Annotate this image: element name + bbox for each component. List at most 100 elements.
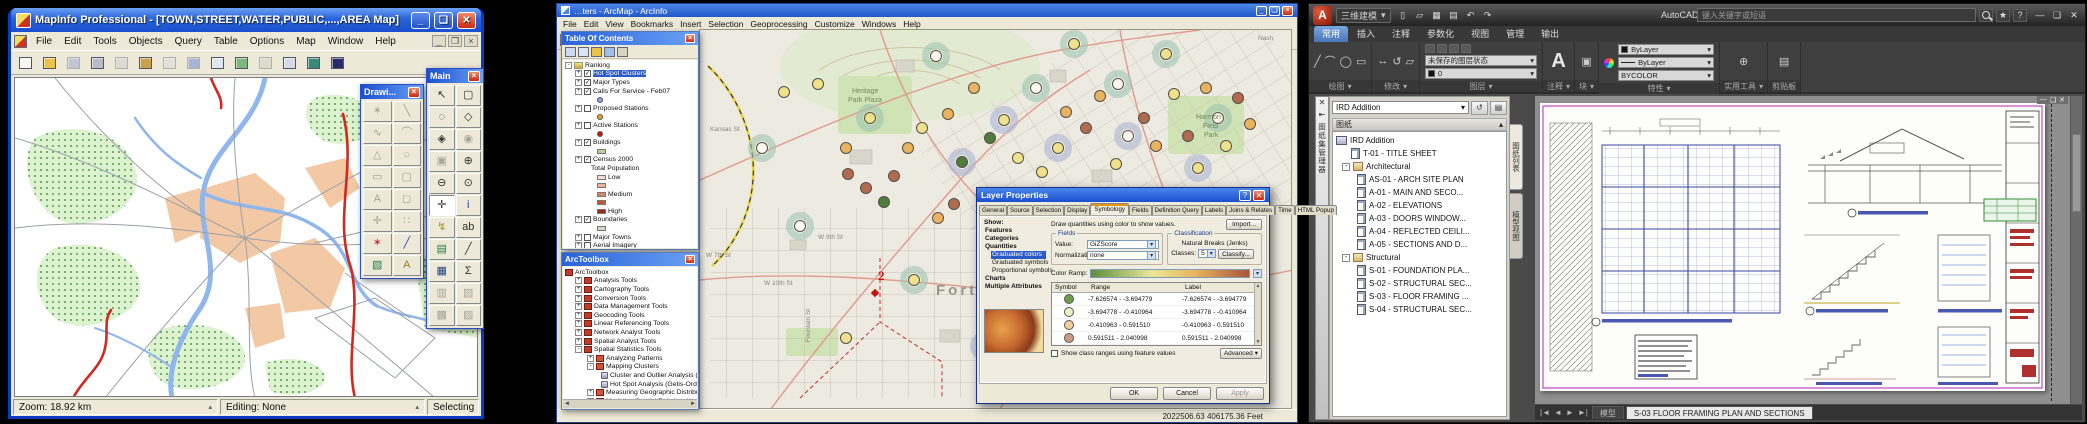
collapse-icon[interactable]: ▴ bbox=[1499, 120, 1503, 129]
help-button[interactable]: ? bbox=[1239, 190, 1251, 201]
statusbar-selecting[interactable]: Selecting bbox=[427, 399, 479, 415]
autocad-titlebar[interactable]: A 三维建模 ▾ ▯▱▦▤↶↷ AutoCAD 2011 S-03.dwg 键入… bbox=[1309, 4, 2085, 26]
dialog-tab[interactable]: Definition Query bbox=[1152, 205, 1202, 215]
tool-button[interactable]: ◻ bbox=[393, 189, 422, 210]
sheet-row[interactable]: S-04 - STRUCTURAL SEC... bbox=[1357, 303, 1504, 316]
class-symbol-swatch[interactable] bbox=[1064, 333, 1074, 343]
show-list-item[interactable]: Graduated symbols bbox=[991, 259, 1046, 267]
toc-layer-row[interactable] bbox=[597, 199, 697, 208]
tool-button[interactable]: ◇ bbox=[456, 107, 482, 128]
toolbox-row[interactable]: + Geocoding Tools bbox=[575, 311, 697, 320]
toolbox-row[interactable]: + Conversion Tools bbox=[575, 294, 697, 303]
move-tool-icon[interactable]: ↔ bbox=[1377, 55, 1388, 67]
menu-item[interactable]: Options bbox=[244, 35, 290, 48]
layer-checkbox[interactable]: ✓ bbox=[584, 139, 591, 146]
toolbox-row[interactable]: - Mapping Clusters bbox=[587, 363, 697, 372]
text-tool-icon[interactable]: A bbox=[1551, 51, 1565, 71]
dialog-tab[interactable]: Selection bbox=[1033, 205, 1064, 215]
menu-item[interactable]: Edit bbox=[584, 19, 599, 29]
ribbon-tab[interactable]: 插入 bbox=[1349, 26, 1383, 42]
publish-button[interactable]: ▤ bbox=[1490, 101, 1507, 115]
restore-button[interactable]: ❏ bbox=[2050, 96, 2056, 104]
menu-item[interactable]: Help bbox=[903, 19, 920, 29]
toc-layer-row[interactable]: + ✓ Hot Spot Clusters bbox=[575, 70, 697, 79]
chevron-down-icon[interactable]: ▾ bbox=[1566, 82, 1570, 91]
expand-icon[interactable]: + bbox=[575, 156, 582, 163]
dialog-tab[interactable]: Joins & Relates bbox=[1226, 205, 1275, 215]
circle-tool-icon[interactable]: ◯ bbox=[1340, 55, 1352, 68]
class-break-row[interactable]: -7.626574 - -3.694779 -7.626574 - -3.694… bbox=[1052, 293, 1261, 306]
quick-access-button[interactable]: ↶ bbox=[1463, 8, 1479, 22]
toc-layer-row[interactable]: Total Population bbox=[591, 164, 697, 173]
arcmap-titlebar[interactable]: …ters - ArcMap - ArcInfo _ ❏ × bbox=[557, 4, 1297, 17]
expand-icon[interactable]: - bbox=[1342, 163, 1350, 171]
toc-layer-row[interactable]: Low bbox=[597, 173, 697, 182]
toc-layer-row[interactable]: + ✓ Major Types bbox=[575, 78, 697, 87]
ribbon-tab[interactable]: 注释 bbox=[1384, 26, 1418, 42]
toolbar-button[interactable] bbox=[134, 52, 157, 73]
expand-icon[interactable]: + bbox=[575, 303, 582, 310]
toolbox-row[interactable]: + Linear Referencing Tools bbox=[575, 320, 697, 329]
close-button[interactable]: ✕ bbox=[2059, 96, 2065, 104]
toc-list-mode-button[interactable] bbox=[565, 47, 576, 57]
toolbar-button[interactable] bbox=[182, 52, 205, 73]
plot-style-combo[interactable]: BYCOLOR▾ bbox=[1618, 70, 1714, 81]
tool-button[interactable]: ╲ bbox=[393, 101, 422, 122]
apply-button[interactable]: Apply bbox=[1216, 387, 1264, 400]
minimize-button[interactable]: _ bbox=[1256, 6, 1267, 16]
layer-checkbox[interactable]: ✓ bbox=[584, 79, 591, 86]
tool-button[interactable]: ab bbox=[456, 217, 482, 238]
sheet-row[interactable]: A-05 - SECTIONS AND D... bbox=[1357, 238, 1504, 251]
menu-item[interactable]: Geoprocessing bbox=[750, 19, 807, 29]
tool-button[interactable]: ▣ bbox=[429, 151, 455, 172]
linetype-combo[interactable]: ByLayer▾ bbox=[1618, 57, 1714, 68]
quick-access-button[interactable]: ▯ bbox=[1395, 8, 1411, 22]
tool-button[interactable]: ∷ bbox=[393, 211, 422, 232]
toolbar-button[interactable] bbox=[158, 52, 181, 73]
ribbon-tab[interactable]: 管理 bbox=[1498, 26, 1532, 42]
show-list-item[interactable]: Features bbox=[984, 227, 1046, 235]
toc-layer-row[interactable]: + Aerial Imagery bbox=[575, 241, 697, 248]
show-list-item[interactable]: Categories bbox=[984, 235, 1046, 243]
horizontal-scrollbar[interactable]: ◄ ► bbox=[563, 399, 697, 408]
search-icon[interactable] bbox=[1979, 9, 1993, 22]
minimize-button[interactable]: — bbox=[2040, 96, 2047, 104]
expand-icon[interactable]: - bbox=[587, 363, 594, 370]
table-scrollbar[interactable]: ▲▼ bbox=[1254, 283, 1261, 345]
expand-icon[interactable]: - bbox=[1342, 254, 1350, 262]
expand-icon[interactable]: + bbox=[575, 122, 582, 129]
expand-icon[interactable]: + bbox=[575, 338, 582, 345]
sheet-row[interactable]: A-01 - MAIN AND SECO... bbox=[1357, 186, 1504, 199]
classes-combo[interactable]: 5 ▾ bbox=[1198, 249, 1216, 258]
toolbar-button[interactable] bbox=[62, 52, 85, 73]
toc-layer-row[interactable]: + Proposed Stations bbox=[575, 104, 697, 113]
class-symbol-swatch[interactable] bbox=[1064, 294, 1074, 304]
tool-button[interactable]: △ bbox=[363, 145, 392, 166]
dialog-tab[interactable]: Fields bbox=[1129, 205, 1152, 215]
child-window-icon[interactable] bbox=[14, 35, 27, 48]
sheet-row[interactable]: S-03 - FLOOR FRAMING ... bbox=[1357, 290, 1504, 303]
sheet-row[interactable]: S-01 - FOUNDATION PLA... bbox=[1357, 264, 1504, 277]
menu-item[interactable]: Customize bbox=[815, 19, 855, 29]
tool-button[interactable]: A bbox=[363, 189, 392, 210]
expand-icon[interactable]: + bbox=[575, 242, 582, 248]
layout-nav-button[interactable]: ►| bbox=[1576, 408, 1590, 417]
class-label[interactable]: 0.591511 - 2.040998 bbox=[1182, 335, 1261, 342]
sheets-section-header[interactable]: 图纸 ▴ bbox=[1332, 118, 1507, 131]
menu-item[interactable]: Bookmarks bbox=[631, 19, 674, 29]
chevron-down-icon[interactable]: ▾ bbox=[1403, 82, 1407, 91]
toolbox-row[interactable]: + Cartography Tools bbox=[575, 285, 697, 294]
toc-layer-row[interactable]: + Active Stations bbox=[575, 121, 697, 130]
toolbar-button[interactable] bbox=[206, 52, 229, 73]
vertical-scrollbar[interactable] bbox=[2070, 96, 2082, 404]
tool-button[interactable]: ↖ bbox=[429, 85, 455, 106]
menu-item[interactable]: File bbox=[30, 35, 58, 48]
layer-checkbox[interactable] bbox=[584, 105, 591, 112]
toc-list-mode-button[interactable] bbox=[604, 47, 615, 57]
workspace-switcher[interactable]: 三维建模 ▾ bbox=[1336, 8, 1391, 23]
show-list-item[interactable]: Quantities bbox=[984, 243, 1046, 251]
toolbar-button[interactable] bbox=[302, 52, 325, 73]
class-break-row[interactable]: -3.694778 - -0.410964 -3.694778 - -0.410… bbox=[1052, 306, 1261, 319]
scroll-left-icon[interactable]: ◄ bbox=[564, 401, 570, 407]
tool-button[interactable]: ⌒ bbox=[393, 123, 422, 144]
